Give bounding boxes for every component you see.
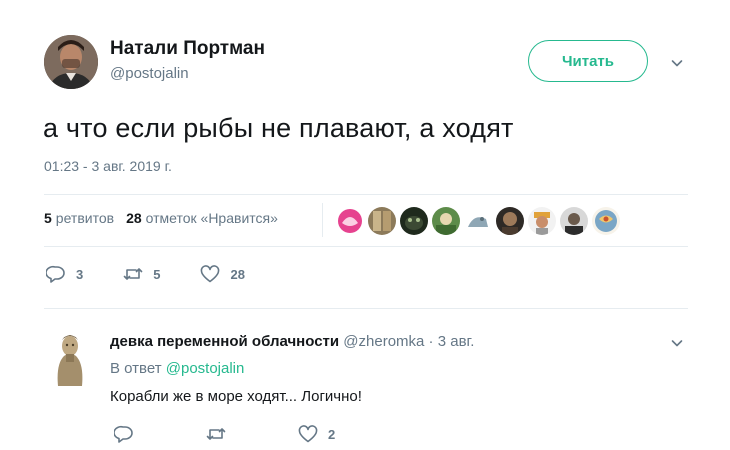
in-reply-label: В ответ	[110, 360, 162, 377]
reply-like-count: 2	[328, 426, 336, 442]
reply-author-name[interactable]: девка переменной облачности	[110, 333, 339, 350]
reply-count: 3	[76, 266, 84, 282]
tweet-actions: 3 5 28	[46, 265, 245, 283]
avatar[interactable]	[44, 35, 98, 89]
chevron-down-icon[interactable]	[671, 337, 683, 349]
in-reply-to: В ответ @postojalin	[110, 360, 244, 377]
retweet-button[interactable]: 5	[123, 265, 160, 283]
like-button[interactable]: 28	[200, 265, 245, 283]
divider	[44, 308, 688, 309]
reply-avatar[interactable]	[50, 330, 90, 386]
liker-avatar[interactable]	[496, 207, 524, 235]
liker-avatar[interactable]	[592, 207, 620, 235]
tweet-timestamp[interactable]: 01:23 - 3 авг. 2019 г.	[44, 158, 172, 174]
liker-avatar[interactable]	[368, 207, 396, 235]
retweet-icon	[123, 268, 143, 280]
reply-retweet-button[interactable]	[206, 425, 226, 443]
reply-date[interactable]: 3 авг.	[438, 333, 475, 350]
reply-separator: ·	[424, 333, 438, 350]
chevron-down-icon[interactable]	[671, 57, 683, 69]
stats-divider	[322, 203, 323, 237]
liker-avatar[interactable]	[432, 207, 460, 235]
likes-stat[interactable]: 28 отметок «Нравится»	[126, 210, 278, 226]
in-reply-mention[interactable]: @postojalin	[166, 360, 245, 377]
retweets-label: ретвитов	[55, 210, 115, 226]
liker-avatar[interactable]	[560, 207, 588, 235]
reply-author-handle[interactable]: @zheromka	[343, 333, 424, 350]
like-icon	[201, 265, 220, 283]
tweet-card: Натали Портман @postojalin Читать а что …	[0, 0, 730, 450]
likers-avatars	[336, 207, 620, 235]
like-count: 28	[230, 266, 245, 282]
reply-icon	[114, 425, 133, 443]
reply-icon	[46, 265, 65, 283]
retweet-icon	[206, 428, 226, 440]
reply-button[interactable]: 3	[46, 265, 83, 283]
liker-avatar[interactable]	[336, 207, 364, 235]
like-icon	[298, 425, 318, 443]
likes-count: 28	[126, 210, 142, 226]
liker-avatar[interactable]	[528, 207, 556, 235]
divider	[44, 194, 688, 195]
author-name[interactable]: Натали Портман	[110, 38, 265, 60]
liker-avatar[interactable]	[464, 207, 492, 235]
reply-reply-button[interactable]	[114, 425, 134, 443]
retweets-count: 5	[44, 210, 52, 226]
reply-header: девка переменной облачности @zheromka · …	[110, 333, 474, 350]
reply-text: Корабли же в море ходят... Логично!	[110, 388, 362, 405]
likes-label: отметок «Нравится»	[145, 210, 278, 226]
retweet-count: 5	[153, 266, 161, 282]
follow-button[interactable]: Читать	[528, 40, 648, 82]
divider	[44, 246, 688, 247]
author-handle[interactable]: @postojalin	[110, 65, 189, 82]
reply-like-button[interactable]: 2	[298, 425, 335, 443]
tweet-stats: 5 ретвитов 28 отметок «Нравится»	[44, 210, 278, 226]
liker-avatar[interactable]	[400, 207, 428, 235]
retweets-stat[interactable]: 5 ретвитов	[44, 210, 114, 226]
tweet-text: а что если рыбы не плавают, а ходят	[43, 113, 514, 143]
reply-actions: 2	[114, 425, 335, 443]
